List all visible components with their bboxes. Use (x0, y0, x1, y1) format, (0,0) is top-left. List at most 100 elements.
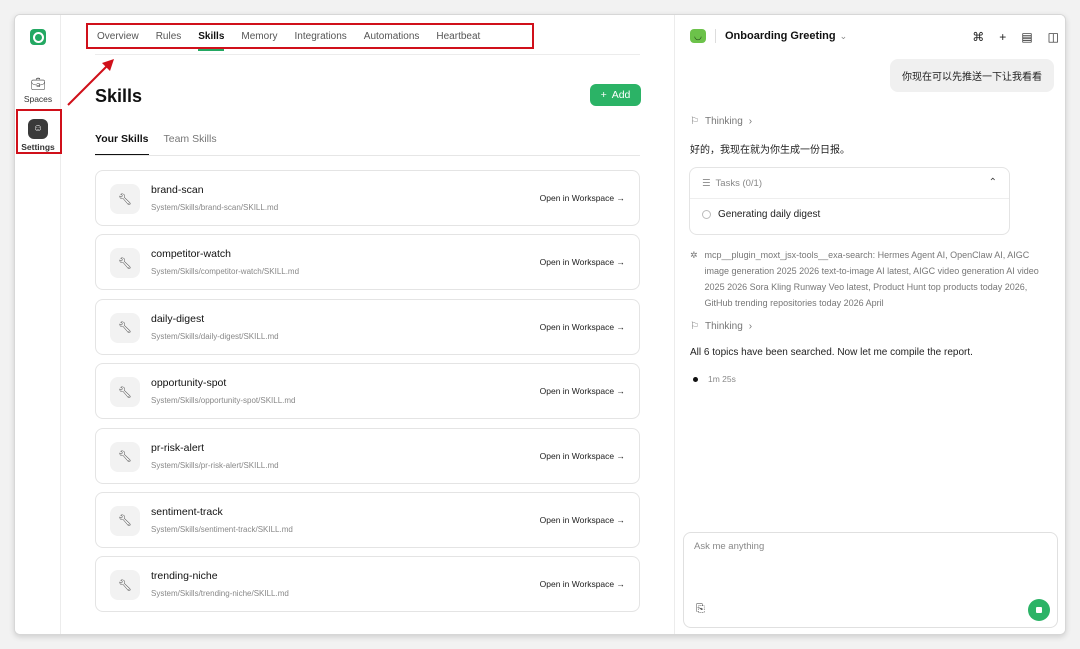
chat-composer: ⎘ (683, 532, 1058, 628)
thinking-label: Thinking (704, 116, 743, 127)
skill-path: System/Skills/brand-scan/SKILL.md (151, 203, 279, 212)
pending-circle-icon (702, 210, 711, 219)
skill-name: opportunity-spot (151, 377, 227, 390)
rail-item-settings[interactable]: ☺ Settings (15, 119, 61, 152)
subtab-your-skills[interactable]: Your Skills (95, 133, 149, 156)
rail-item-spaces[interactable]: 💼︎ Spaces (15, 77, 61, 104)
skill-path: System/Skills/competitor-watch/SKILL.md (151, 267, 300, 277)
wrench-icon: 🔧︎ (110, 441, 140, 472)
tasks-label: Tasks (0/1) (715, 178, 762, 189)
assistant-reply-2: All 6 topics have been searched. Now let… (690, 347, 973, 358)
thinking-toggle-2[interactable]: ⚐ Thinking › (690, 321, 752, 332)
skill-path: System/Skills/pr-risk-alert/SKILL.md (151, 460, 279, 470)
tasks-divider (690, 198, 1009, 199)
skills-list: 🔧︎ brand-scan System/Skills/brand-scan/SKI… (95, 170, 640, 621)
open-in-workspace-link[interactable]: Open in Workspace → (540, 515, 625, 525)
tab-skills[interactable]: Skills (198, 31, 225, 51)
wrench-icon: 🔧︎ (110, 184, 140, 214)
lightbulb-icon: ⚐ (690, 116, 699, 127)
tool-call-entry: ✲ mcp__plugin_moxt_jsx-tools__exa-search… (690, 247, 1050, 311)
tool-call-text: mcp__plugin_moxt_jsx-tools__exa-search: … (704, 250, 1039, 308)
add-skill-button[interactable]: + Add (590, 84, 641, 106)
skill-card: 🔧︎ opportunity-spot System/Skills/opportun… (95, 363, 640, 420)
tab-integrations[interactable]: Integrations (295, 31, 347, 42)
skill-name: trending-niche (151, 570, 218, 583)
skill-card: 🔧︎ sentiment-track System/Skills/sentiment… (95, 491, 640, 548)
wrench-icon: 🔧︎ (110, 505, 140, 536)
chat-input[interactable] (694, 541, 1044, 552)
tab-memory[interactable]: Memory (241, 31, 277, 42)
skill-card: 🔧︎ daily-digest System/Skills/daily-digest… (95, 298, 640, 355)
chevron-right-icon: › (748, 116, 753, 127)
header-separator (715, 29, 716, 43)
user-settings-icon: ☺ (28, 119, 48, 139)
status-dot-icon (693, 376, 698, 382)
skill-path: System/Skills/opportunity-spot/SKILL.md (151, 396, 296, 406)
left-rail: 💼︎ Spaces ☺ Settings (15, 15, 62, 634)
plus-icon: + (600, 89, 607, 101)
wrench-icon: 🔧︎ (110, 248, 140, 279)
toggle-panel-icon[interactable]: ◫ (1048, 30, 1059, 44)
skill-path: System/Skills/daily-digest/SKILL.md (151, 331, 279, 341)
skill-card: 🔧︎ competitor-watch System/Skills/competit… (95, 234, 640, 291)
skill-path: System/Skills/sentiment-track/SKILL.md (151, 524, 293, 534)
page-title: Skills (95, 86, 143, 106)
chat-title[interactable]: Onboarding Greeting (725, 30, 836, 42)
app-logo-icon[interactable] (30, 29, 46, 45)
open-in-workspace-link[interactable]: Open in Workspace → (540, 257, 625, 267)
thinking-toggle[interactable]: ⚐ Thinking › (690, 116, 752, 127)
chat-panel: ◡ Onboarding Greeting ⌄ ⌘ + ▤ ◫ 你现在可以先推送… (674, 15, 1065, 634)
skill-card: 🔧︎ pr-risk-alert System/Skills/pr-risk-ale… (95, 427, 640, 484)
open-in-workspace-link[interactable]: Open in Workspace → (540, 322, 625, 332)
user-message-bubble: 你现在可以先推送一下让我看看 (890, 59, 1054, 92)
subtab-team-skills[interactable]: Team Skills (164, 133, 217, 156)
skill-name: daily-digest (151, 312, 205, 325)
add-skill-label: Add (611, 89, 631, 101)
open-in-workspace-link[interactable]: Open in Workspace → (540, 451, 625, 461)
app-window: 💼︎ Spaces ☺ Settings Overview Rules Skills… (14, 14, 1066, 635)
skill-path: System/Skills/trending-niche/SKILL.md (151, 589, 289, 599)
skill-name: brand-scan (151, 184, 204, 196)
tab-heartbeat[interactable]: Heartbeat (436, 31, 480, 42)
paperclip-icon[interactable]: ⎘ (696, 603, 705, 616)
subtabs-divider (95, 155, 640, 156)
wrench-icon: 🔧︎ (110, 377, 140, 408)
skill-name: pr-risk-alert (151, 441, 205, 454)
tasks-header[interactable]: ☰ Tasks (0/1) (702, 178, 762, 189)
checklist-icon: ☰ (702, 178, 711, 189)
briefcase-icon: 💼︎ (30, 77, 46, 91)
tab-rules[interactable]: Rules (156, 31, 182, 42)
status-row: 1m 25s (693, 374, 736, 384)
slack-icon[interactable]: ⌘ (972, 30, 984, 44)
rail-item-spaces-label: Spaces (23, 94, 53, 104)
tasks-card: ☰ Tasks (0/1) ⌃ Generating daily digest (689, 167, 1010, 235)
task-item: Generating daily digest (702, 209, 820, 220)
chevron-up-icon[interactable]: ⌃ (989, 177, 997, 188)
open-in-workspace-link[interactable]: Open in Workspace → (540, 386, 625, 396)
new-chat-plus-icon[interactable]: + (999, 30, 1006, 44)
plug-icon: ✲ (690, 250, 698, 260)
skills-subtabs: Your Skills Team Skills (95, 133, 217, 156)
stop-button[interactable] (1028, 599, 1050, 621)
wrench-icon: 🔧︎ (110, 312, 140, 343)
rail-item-settings-label: Settings (21, 142, 55, 152)
wrench-icon: 🔧︎ (110, 570, 140, 601)
history-icon[interactable]: ▤ (1021, 30, 1032, 44)
chevron-down-icon[interactable]: ⌄ (840, 31, 848, 42)
skill-name: sentiment-track (151, 505, 223, 518)
lightbulb-icon: ⚐ (690, 321, 699, 332)
assistant-reply-1: 好的，我现在就为你生成一份日报。 (690, 145, 850, 156)
skill-card: 🔧︎ brand-scan System/Skills/brand-scan/SKI… (95, 170, 640, 226)
chat-header-actions: ⌘ + ▤ ◫ (972, 30, 1059, 44)
tab-automations[interactable]: Automations (364, 31, 420, 42)
chat-header: ◡ Onboarding Greeting ⌄ (690, 29, 847, 43)
settings-tabs: Overview Rules Skills Memory Integrations Aut… (86, 23, 534, 51)
open-in-workspace-link[interactable]: Open in Workspace → (540, 579, 625, 589)
skill-card: 🔧︎ trending-niche System/Skills/trending-n… (95, 556, 640, 613)
skill-name: competitor-watch (151, 248, 231, 261)
chevron-right-icon: › (748, 321, 753, 332)
tab-overview[interactable]: Overview (97, 31, 139, 42)
open-in-workspace-link[interactable]: Open in Workspace → (540, 193, 625, 203)
task-item-label: Generating daily digest (718, 209, 821, 220)
agent-avatar: ◡ (690, 29, 706, 43)
